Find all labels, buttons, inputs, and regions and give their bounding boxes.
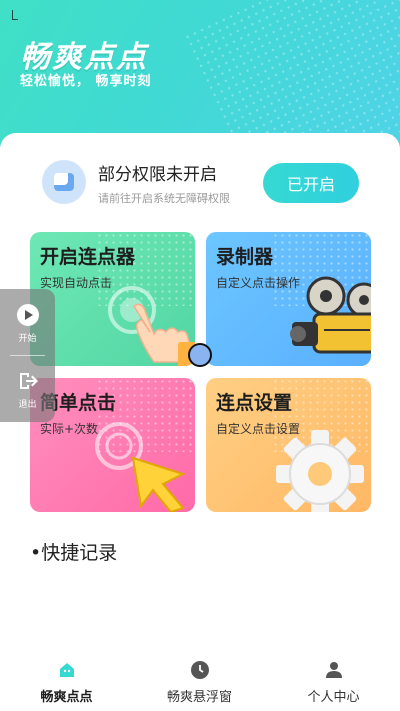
tab-home[interactable]: 畅爽点点 [0,653,133,711]
click-target-dot[interactable] [188,343,212,367]
app-subtitle: 轻松愉悦， 畅享时刻 [20,74,152,89]
play-icon [16,303,39,326]
tapping-hand-icon [108,286,195,366]
tab-label: 畅爽点点 [40,689,93,705]
floating-control-panel[interactable]: 开始 退出 [0,289,55,422]
person-icon [325,661,342,678]
permission-description: 请前往开启系统无障碍权限 [98,192,230,205]
start-label: 开始 [18,333,37,344]
cursor-arrow-icon [95,422,186,512]
quick-records-title: •快捷记录 [30,542,118,564]
clock-icon [190,660,209,679]
tab-floating-window[interactable]: 畅爽悬浮窗 [133,653,266,711]
home-icon [59,662,74,677]
film-camera-icon [290,276,371,354]
gear-icon [276,430,364,512]
tab-profile[interactable]: 个人中心 [267,653,400,711]
panel-divider [10,355,45,356]
tab-label: 畅爽悬浮窗 [166,689,232,705]
status-indicator [12,10,18,20]
exit-button[interactable]: 退出 [0,359,55,419]
tile-title: 录制器 [216,246,274,268]
tile-title: 开启连点器 [40,246,136,268]
tile-recorder[interactable]: 录制器 自定义点击操作 [206,232,371,366]
tile-click-settings[interactable]: 连点设置 自定义点击设置 [206,378,371,512]
tab-label: 个人中心 [307,689,360,705]
permission-title: 部分权限未开启 [98,165,217,185]
permission-enabled-button[interactable]: 已开启 [263,163,359,203]
bottom-tab-bar: 畅爽点点 畅爽悬浮窗 个人中心 [0,653,400,711]
exit-label: 退出 [18,399,37,410]
permission-icon [42,160,86,204]
exit-icon [19,372,38,389]
start-button[interactable]: 开始 [0,293,55,353]
tile-title: 连点设置 [216,392,293,414]
